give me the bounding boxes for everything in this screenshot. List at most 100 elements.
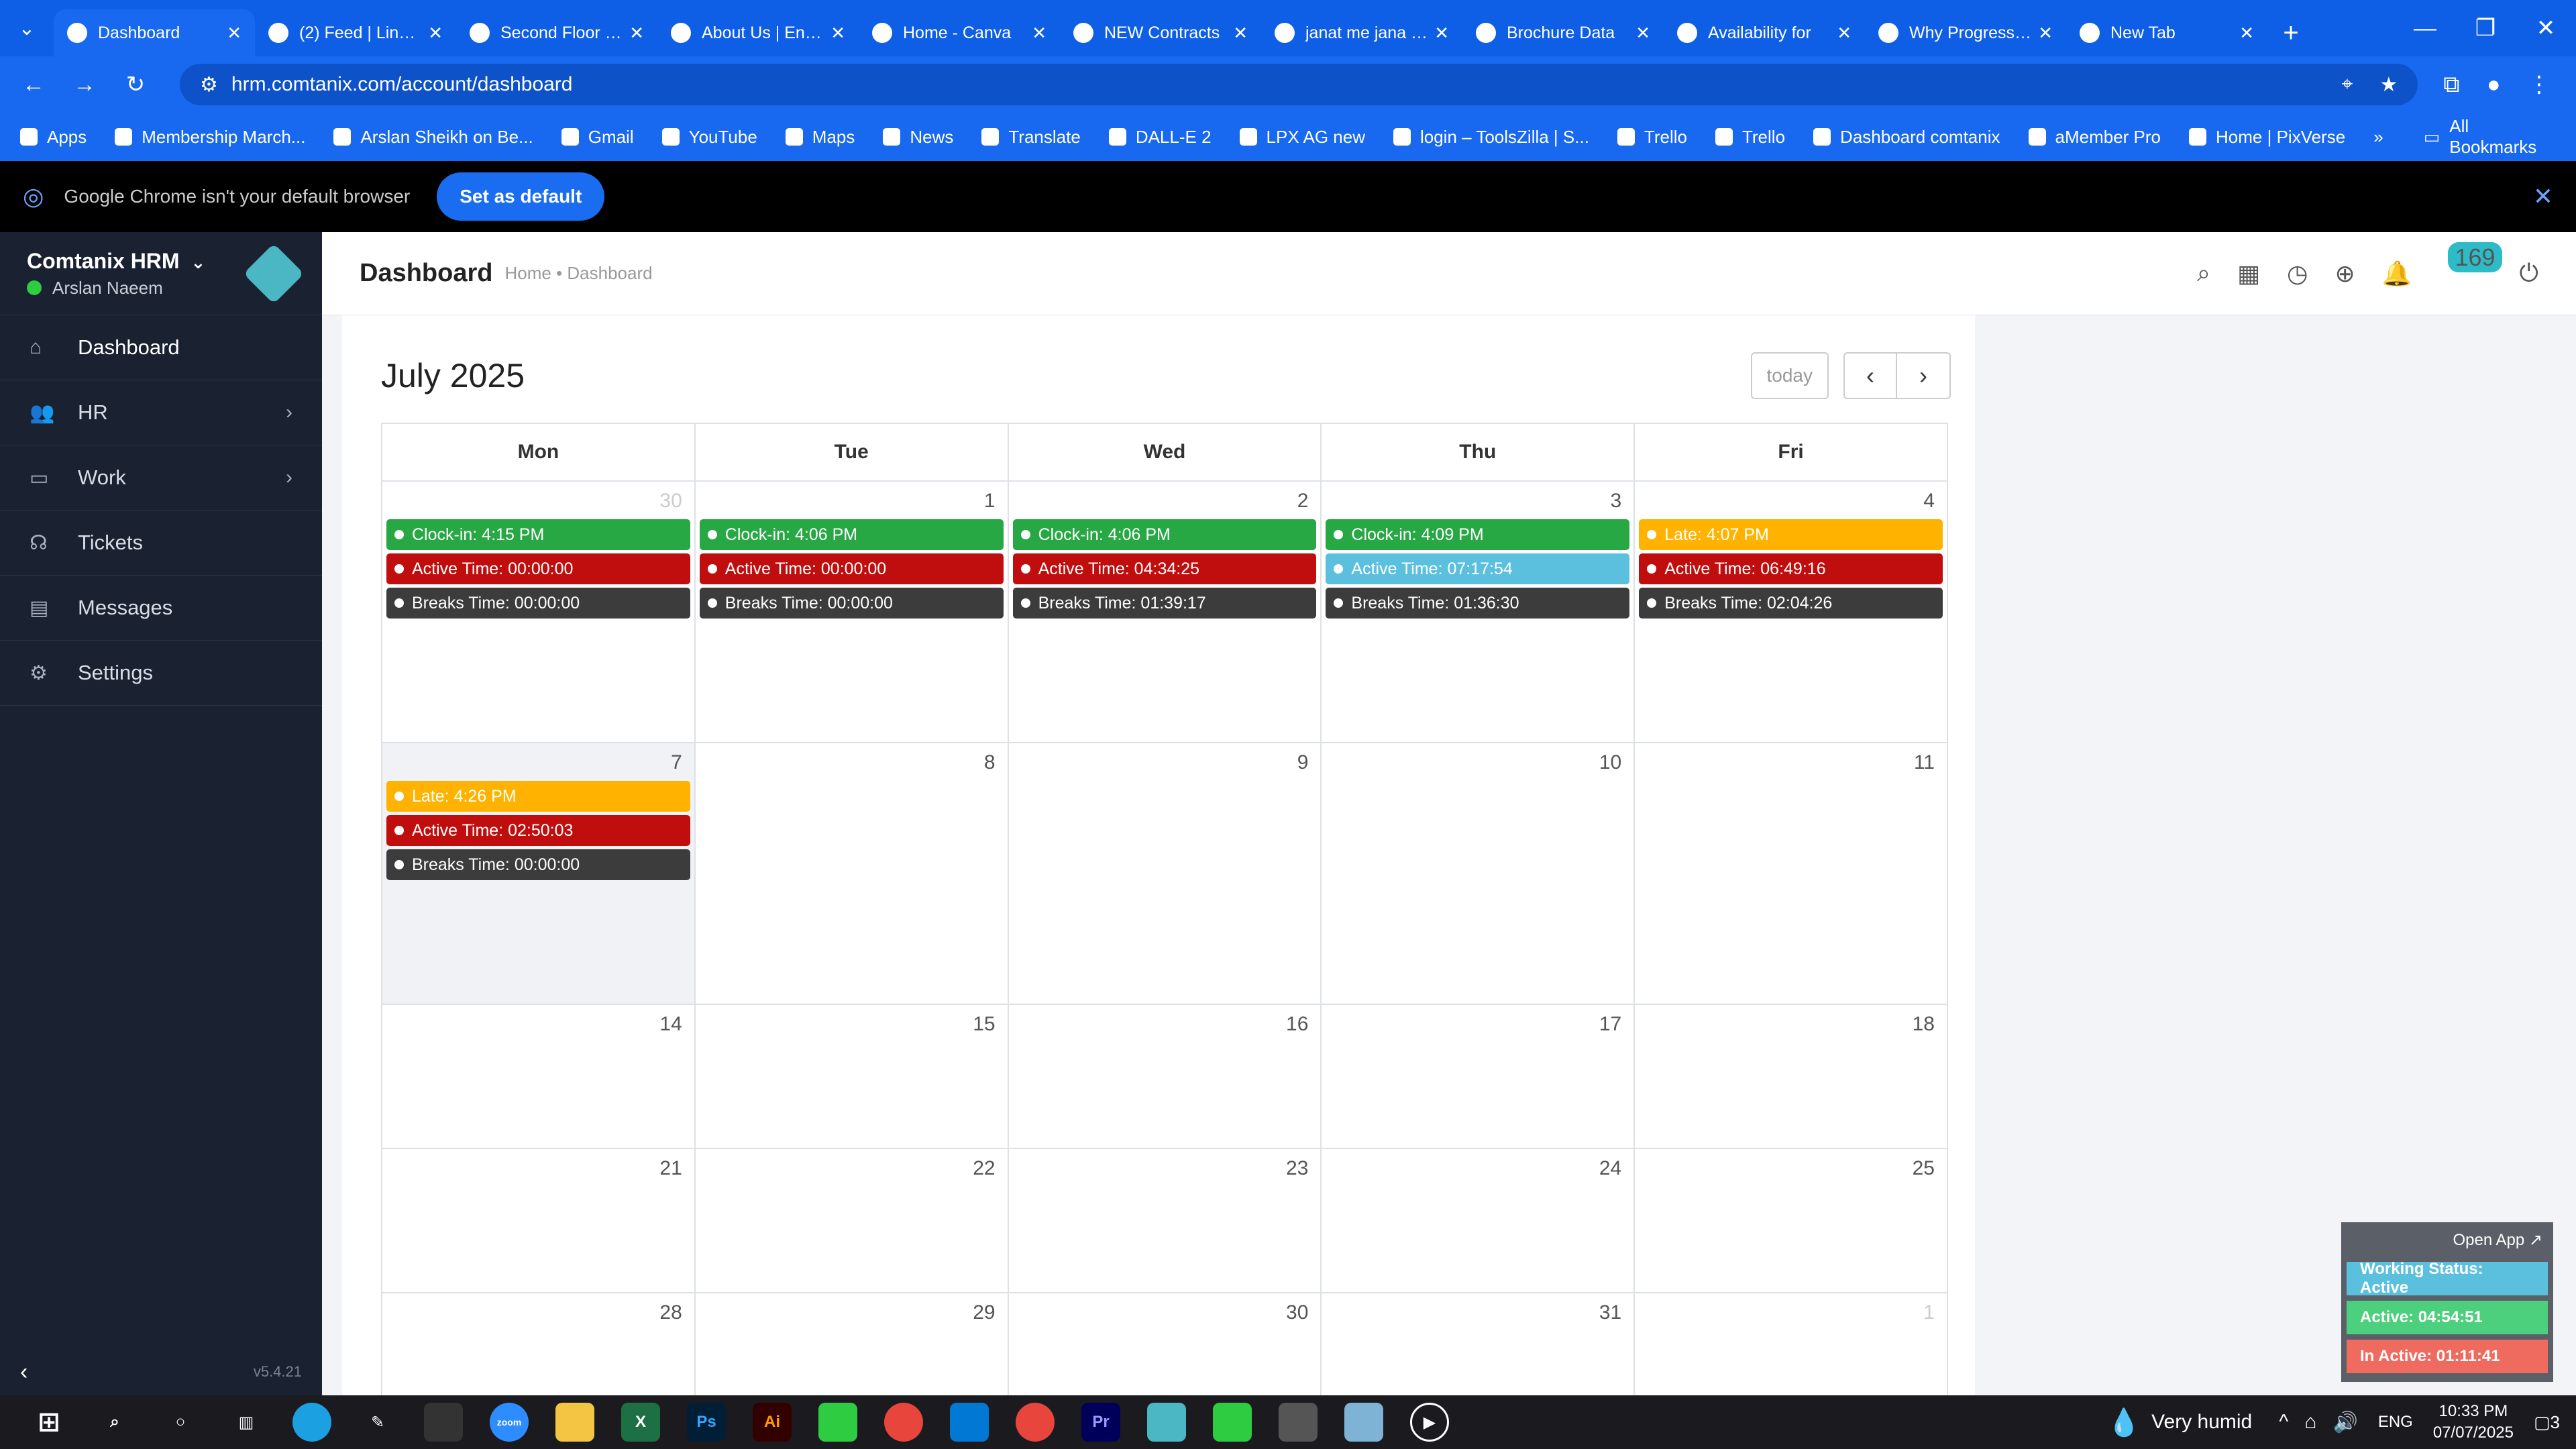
calendar-event[interactable]: Late: 4:07 PM <box>1639 519 1943 550</box>
network-icon[interactable]: ⌂ <box>2304 1411 2316 1434</box>
bookmark-item[interactable]: login – ToolsZilla | S... <box>1393 127 1589 148</box>
calendar-event[interactable]: Active Time: 02:50:03 <box>386 815 690 846</box>
calendar-day-cell[interactable]: 10 <box>1322 743 1635 1004</box>
calculator-icon[interactable] <box>1279 1403 1318 1442</box>
clock[interactable]: 10:33 PM 07/07/2025 <box>2433 1401 2514 1444</box>
sidebar-item-tickets[interactable]: ☊ Tickets <box>0 511 322 576</box>
file-explorer-icon[interactable] <box>555 1403 594 1442</box>
reload-icon[interactable]: ↻ <box>115 64 156 105</box>
back-icon[interactable]: ← <box>13 64 54 105</box>
calendar-day-cell[interactable]: 31 <box>1322 1293 1635 1401</box>
tab-close-icon[interactable]: ✕ <box>629 23 644 44</box>
sidebar-item-settings[interactable]: ⚙ Settings <box>0 641 322 706</box>
power-icon[interactable]: ⏻ <box>2520 259 2538 288</box>
brand-block[interactable]: Comtanix HRM ⌄ Arslan Naeem <box>0 232 322 315</box>
open-app-button[interactable]: Open App ↗ <box>2347 1228 2548 1256</box>
calendar-event[interactable]: Clock-in: 4:09 PM <box>1326 519 1630 550</box>
day-number[interactable]: 4 <box>1639 490 1943 519</box>
day-number[interactable]: 31 <box>1326 1301 1629 1331</box>
bookmark-item[interactable]: LPX AG new <box>1239 127 1365 148</box>
calendar-event[interactable]: Breaks Time: 00:00:00 <box>386 588 690 619</box>
sidebar-item-dashboard[interactable]: ⌂ Dashboard <box>0 315 322 380</box>
bookmark-item[interactable]: Gmail <box>561 127 634 148</box>
windows-start-icon[interactable]: ⊞ <box>30 1403 68 1442</box>
site-info-icon[interactable]: ⚙ <box>200 73 218 97</box>
tab-close-icon[interactable]: ✕ <box>227 23 241 44</box>
calendar-day-cell[interactable]: 8 <box>696 743 1009 1004</box>
tab-close-icon[interactable]: ✕ <box>1233 23 1248 44</box>
tab-close-icon[interactable]: ✕ <box>1837 23 1851 44</box>
browser-tab[interactable]: About Us | Endow ✕ <box>657 9 859 56</box>
sidebar-item-work[interactable]: ▭ Work › <box>0 445 322 511</box>
notes-icon[interactable]: ▦ <box>2237 260 2260 288</box>
calendar-day-cell[interactable]: 23 <box>1009 1149 1322 1292</box>
day-number[interactable]: 29 <box>700 1301 1004 1331</box>
comtanix-icon[interactable] <box>1147 1403 1186 1442</box>
bookmark-item[interactable]: DALL-E 2 <box>1108 127 1212 148</box>
extensions-icon[interactable]: ⧉ <box>2443 72 2459 97</box>
bookmark-item[interactable]: Maps <box>785 127 855 148</box>
tab-search-chevron-icon[interactable]: ⌄ <box>0 0 54 56</box>
bookmark-star-icon[interactable]: ★ <box>2379 73 2398 97</box>
excel-icon[interactable]: X <box>621 1403 660 1442</box>
day-number[interactable]: 30 <box>1013 1301 1317 1331</box>
search-taskbar-icon[interactable]: ⌕ <box>95 1403 134 1442</box>
collapse-sidebar-icon[interactable]: ‹ <box>20 1359 28 1385</box>
calendar-day-cell[interactable]: 7 Late: 4:26 PM Active Time: 02:50:03 Break… <box>382 743 696 1004</box>
calendar-day-cell[interactable]: 9 <box>1009 743 1322 1004</box>
browser-tab[interactable]: (2) Feed | LinkedIn ✕ <box>255 9 456 56</box>
sidebar-item-messages[interactable]: ▤ Messages <box>0 576 322 641</box>
day-number[interactable]: 24 <box>1326 1157 1629 1187</box>
browser-tab[interactable]: Dashboard ✕ <box>54 9 255 56</box>
illustrator-icon[interactable]: Ai <box>753 1403 792 1442</box>
green-app2-icon[interactable] <box>1213 1403 1252 1442</box>
browser-tab[interactable]: Why Progressive ✕ <box>1865 9 2066 56</box>
calendar-day-cell[interactable]: 1 <box>1635 1293 1947 1401</box>
bookmark-item[interactable]: YouTube <box>661 127 757 148</box>
bookmark-item[interactable]: Dashboard comtanix <box>1813 127 2000 148</box>
browser-tab[interactable]: New Tab ✕ <box>2066 9 2267 56</box>
tab-close-icon[interactable]: ✕ <box>1434 23 1449 44</box>
calendar-event[interactable]: Clock-in: 4:15 PM <box>386 519 690 550</box>
restore-icon[interactable]: ❐ <box>2455 0 2516 56</box>
day-number[interactable]: 15 <box>700 1013 1004 1042</box>
calendar-day-cell[interactable]: 18 <box>1635 1005 1947 1148</box>
calendar-day-cell[interactable]: 29 <box>696 1293 1009 1401</box>
calendar-event[interactable]: Active Time: 04:34:25 <box>1012 553 1317 584</box>
bookmark-item[interactable]: Arslan Sheikh on Be... <box>333 127 533 148</box>
green-app-icon[interactable] <box>818 1403 857 1442</box>
day-number[interactable]: 18 <box>1639 1013 1943 1042</box>
tab-close-icon[interactable]: ✕ <box>1635 23 1650 44</box>
day-number[interactable]: 8 <box>700 751 1004 781</box>
premiere-icon[interactable]: Pr <box>1081 1403 1120 1442</box>
day-number[interactable]: 25 <box>1639 1157 1943 1187</box>
calendar-day-cell[interactable]: 30 <box>1009 1293 1322 1401</box>
calendar-event[interactable]: Active Time: 07:17:54 <box>1326 553 1630 584</box>
day-number[interactable]: 7 <box>386 751 690 781</box>
tab-close-icon[interactable]: ✕ <box>1032 23 1046 44</box>
today-button[interactable]: today <box>1750 352 1829 399</box>
calendar-day-cell[interactable]: 22 <box>696 1149 1009 1292</box>
set-as-default-button[interactable]: Set as default <box>437 172 605 221</box>
browser-tab[interactable]: Availability for ✕ <box>1664 9 1865 56</box>
browser-tab[interactable]: Home - Canva ✕ <box>859 9 1060 56</box>
browser-tab[interactable]: Second Floor Plan ✕ <box>456 9 657 56</box>
calendar-day-cell[interactable]: 17 <box>1322 1005 1635 1148</box>
weather-text[interactable]: Very humid <box>2151 1411 2252 1434</box>
profile-avatar[interactable]: ● <box>2487 72 2501 97</box>
zoom-icon[interactable]: zoom <box>490 1403 529 1442</box>
url-field[interactable]: ⚙ hrm.comtanix.com/account/dashboard ⌖ ★ <box>180 64 2418 105</box>
pen-icon[interactable]: ✎ <box>358 1403 397 1442</box>
bell-icon[interactable]: 🔔169 <box>2382 241 2502 288</box>
bookmark-item[interactable]: Membership March... <box>115 127 305 148</box>
tab-close-icon[interactable]: ✕ <box>428 23 443 44</box>
bookmark-item[interactable]: Trello <box>1715 127 1785 148</box>
calendar-event[interactable]: Active Time: 00:00:00 <box>699 553 1004 584</box>
day-number[interactable]: 9 <box>1013 751 1317 781</box>
sidebar-item-hr[interactable]: 👥 HR › <box>0 380 322 445</box>
calendar-day-cell[interactable]: 30 Clock-in: 4:15 PM Active Time: 00:00:00… <box>382 482 696 742</box>
bookmark-item[interactable]: Home | PixVerse <box>2189 127 2345 148</box>
clock-icon[interactable]: ◷ <box>2287 260 2308 288</box>
bookmark-item[interactable]: Trello <box>1617 127 1687 148</box>
calendar-day-cell[interactable]: 15 <box>696 1005 1009 1148</box>
